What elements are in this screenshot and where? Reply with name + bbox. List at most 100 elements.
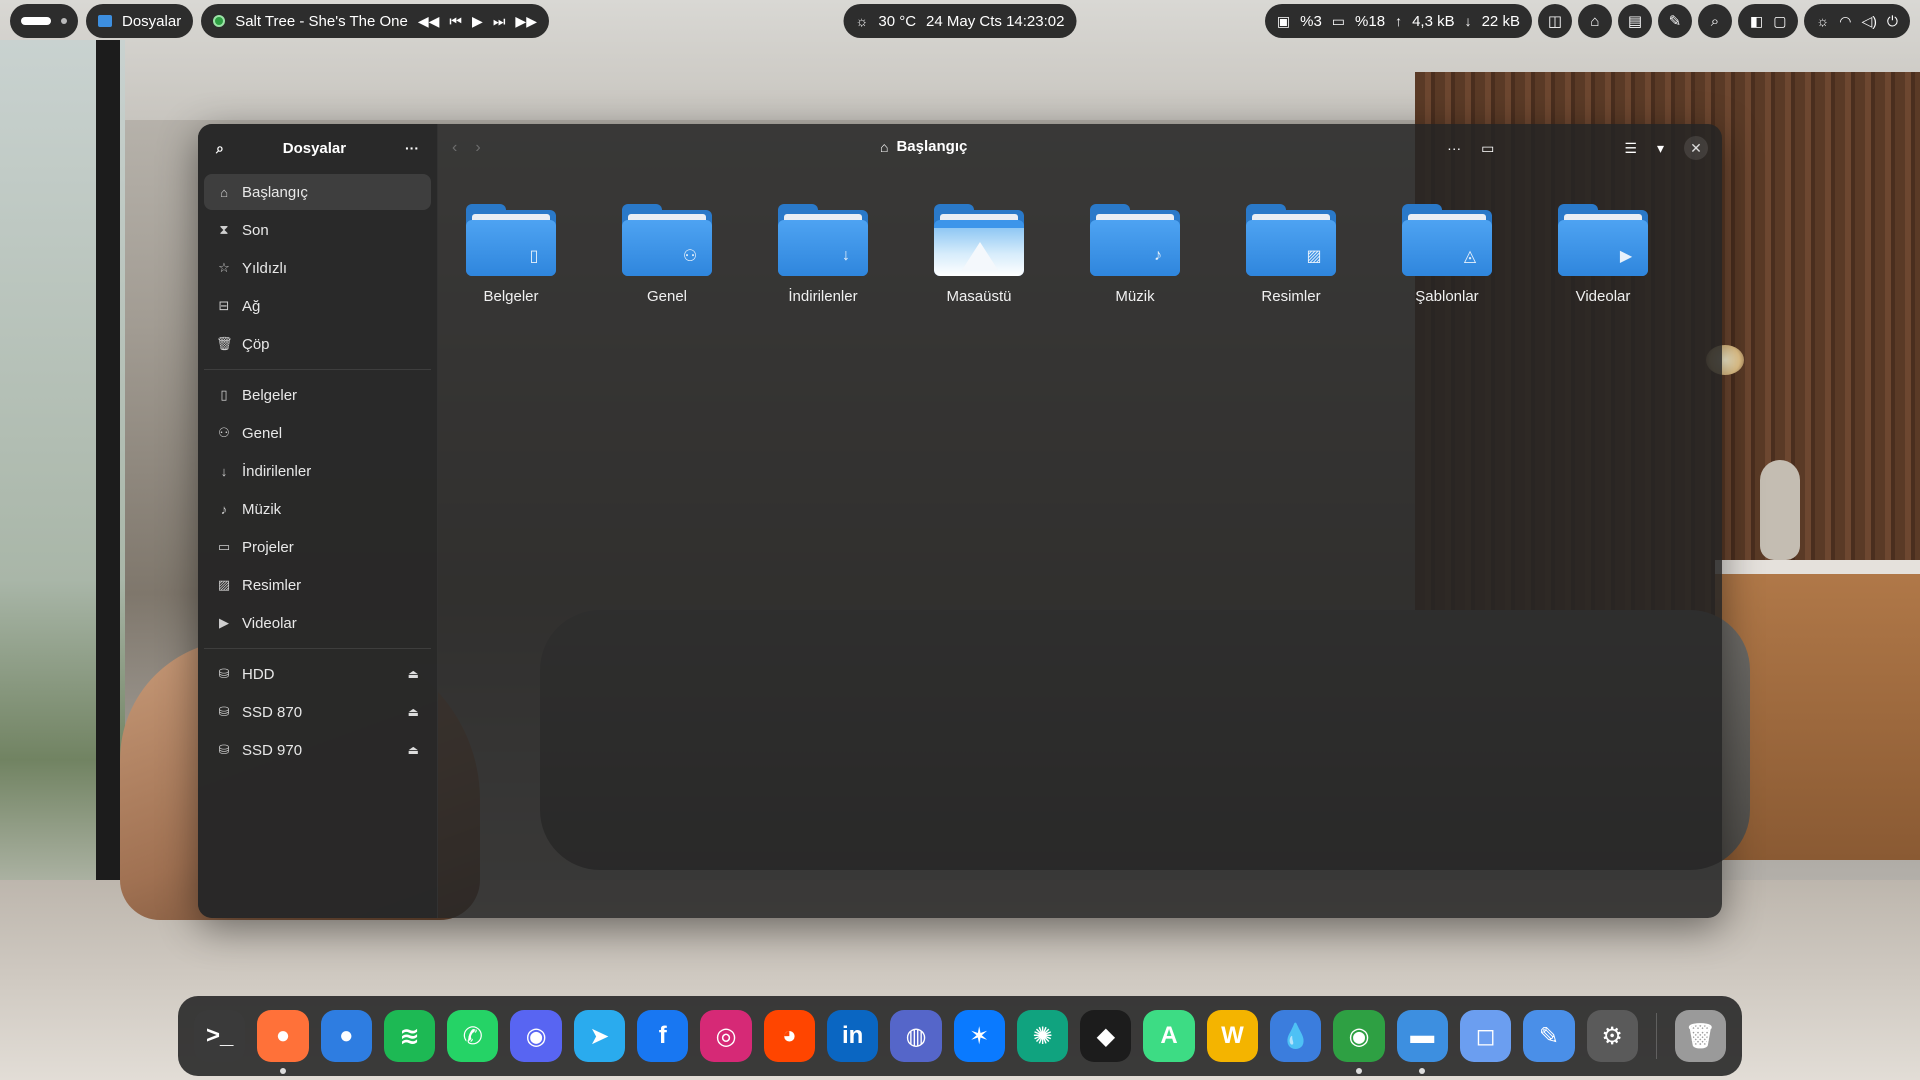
android-studio-icon[interactable]: A — [1143, 1010, 1195, 1062]
dock-app-glyph: f — [658, 1022, 667, 1049]
wallpaper-window-frame — [96, 40, 120, 940]
list-view-icon[interactable]: ☰ — [1624, 141, 1637, 155]
folder-item[interactable]: ◬ Şablonlar — [1402, 204, 1492, 305]
sidebar-item[interactable]: ⛁ SSD 970 ⏏ — [204, 732, 431, 768]
sidebar-item[interactable]: ▯ Belgeler — [204, 377, 431, 413]
dock-app-glyph: >_ — [205, 1022, 234, 1049]
clock-weather[interactable]: ☼ 30 °C 24 May Cts 14:23:02 — [843, 4, 1077, 38]
rewind-icon[interactable]: ◀◀ — [418, 14, 440, 28]
folder-item[interactable]: ▯ Belgeler — [466, 204, 556, 305]
droplet-icon[interactable]: 💧 — [1270, 1010, 1322, 1062]
system-monitor[interactable]: ▣ %3 ▭ %18 ↑ 4,3 kB ↓ 22 kB — [1264, 4, 1532, 38]
eject-icon[interactable]: ⏏ — [408, 667, 419, 681]
trash-icon[interactable]: 🗑 — [1674, 1010, 1727, 1062]
sidebar-item[interactable]: ⛁ HDD ⏏ — [204, 656, 431, 692]
folder-item[interactable]: ⚇ Genel — [622, 204, 712, 305]
brightness-icon: ☼ — [1816, 13, 1830, 29]
facebook-icon[interactable]: f — [637, 1010, 689, 1062]
dock-app-glyph: ▬ — [1410, 1022, 1435, 1049]
files-icon[interactable]: ▬ — [1396, 1010, 1448, 1074]
folder-item[interactable]: ↓ İndirilenler — [778, 204, 868, 305]
search-icon[interactable]: ⌕ — [1697, 4, 1732, 38]
focused-app-indicator[interactable]: Dosyalar — [86, 4, 194, 38]
search-icon[interactable]: ⌕ — [216, 141, 224, 155]
eject-icon[interactable]: ⏏ — [408, 705, 419, 719]
next-icon[interactable]: ⏭ — [493, 14, 506, 28]
screenshot-icon[interactable]: ◫ — [1537, 4, 1572, 38]
quick-settings[interactable]: ☼ ◠ ◁) ⏻ — [1804, 4, 1910, 38]
wifi-icon: ◠ — [1839, 13, 1852, 29]
sidebar-item[interactable]: ▶ Videolar — [204, 605, 431, 641]
eject-icon[interactable]: ⏏ — [408, 743, 419, 757]
sidebar-item[interactable]: ♪ Müzik — [204, 491, 431, 527]
spotify-icon[interactable]: ≋ — [383, 1010, 436, 1062]
bluesky-icon[interactable]: ✶ — [953, 1010, 1005, 1062]
sidebar-item[interactable]: ▨ Resimler — [204, 567, 431, 603]
power-icon: ⏻ — [1886, 13, 1898, 29]
keyboard-layout[interactable]: ◧ ▢ — [1737, 4, 1799, 38]
dock-app-glyph: ◆ — [1096, 1022, 1116, 1050]
whatsapp-icon[interactable]: ✆ — [447, 1010, 499, 1062]
firefox-icon[interactable]: ● — [257, 1010, 309, 1074]
sidebar-item[interactable]: ⊟ Ağ — [204, 288, 431, 324]
folder-label: Şablonlar — [1415, 288, 1479, 305]
more-icon[interactable]: ··· — [405, 141, 419, 155]
play-icon[interactable]: ▶ — [472, 14, 483, 28]
clipboard-icon[interactable]: ▤ — [1617, 4, 1652, 38]
sidebar-item[interactable]: ⛁ SSD 870 ⏏ — [204, 694, 431, 730]
sidebar-item-label: Yıldızlı — [242, 259, 288, 277]
sidebar-item[interactable]: 🗑 Çöp — [204, 326, 431, 362]
more-icon[interactable]: ··· — [1447, 141, 1461, 155]
terminal-icon[interactable]: >_ — [194, 1010, 246, 1062]
sidebar-item[interactable]: ☆ Yıldızlı — [204, 250, 431, 286]
thunderbird-icon[interactable]: ● — [320, 1010, 372, 1062]
sidebar-item[interactable]: ⌂ Başlangıç — [204, 174, 431, 210]
color-picker-icon[interactable]: ✎ — [1657, 4, 1692, 38]
breadcrumb[interactable]: ⌂ Başlangıç — [880, 138, 967, 155]
folder-icon: ⚇ — [622, 204, 712, 276]
music-player-icon — [213, 15, 226, 27]
media-title[interactable]: Salt Tree - She's The One — [235, 13, 408, 30]
home-icon[interactable]: ⌂ — [1577, 4, 1612, 38]
fast-forward-icon[interactable]: ▶▶ — [515, 14, 537, 28]
sidebar-divider — [204, 369, 431, 370]
reddit-icon[interactable]: ◕ — [763, 1010, 815, 1062]
folder-item[interactable]: ▨ Resimler — [1246, 204, 1336, 305]
sidebar-item[interactable]: ▭ Projeler — [204, 529, 431, 565]
music-player-icon[interactable]: ◉ — [1333, 1010, 1385, 1074]
signal-icon[interactable]: ◍ — [890, 1010, 942, 1062]
folder-item[interactable]: ♪ Müzik — [1090, 204, 1180, 305]
linkedin-icon[interactable]: in — [826, 1010, 879, 1062]
android-icon[interactable]: W — [1206, 1010, 1259, 1062]
instagram-icon[interactable]: ◎ — [700, 1010, 752, 1062]
previous-icon[interactable]: ⏮ — [449, 14, 462, 28]
forward-icon[interactable]: › — [475, 139, 480, 157]
sidebar-item-label: HDD — [242, 665, 275, 683]
telegram-icon[interactable]: ➤ — [573, 1010, 626, 1062]
back-icon[interactable]: ‹ — [452, 139, 457, 157]
new-folder-icon[interactable]: ▭ — [1481, 141, 1494, 155]
sidebar-title: Dosyalar — [282, 139, 347, 157]
box-icon[interactable]: ◆ — [1080, 1010, 1132, 1062]
sun-icon: ☼ — [855, 13, 869, 29]
settings-icon[interactable]: ⚙ — [1586, 1010, 1638, 1062]
sidebar-item[interactable]: ↓ İndirilenler — [204, 453, 431, 489]
sidebar-item-label: Son — [242, 221, 269, 239]
video-icon: ▶ — [1619, 248, 1633, 265]
download-speed: 22 kB — [1481, 12, 1520, 30]
discord-icon[interactable]: ◉ — [510, 1010, 562, 1062]
dock: >_ ● ● ≋ ✆ ◉ ➤ f ◎ ◕ in ◍ ✶ ✺ ◆ A W 💧 ◉ ▬ ◻ ✎ ⚙ 🗑 — [178, 996, 1742, 1076]
dock-app-glyph: A — [1160, 1022, 1178, 1049]
activities-button[interactable] — [10, 4, 78, 38]
folder-item[interactable]: Masaüstü — [934, 204, 1024, 305]
close-icon[interactable]: ✕ — [1684, 136, 1708, 160]
chevron-down-icon[interactable]: ▾ — [1657, 141, 1664, 155]
software-icon[interactable]: ◻ — [1459, 1010, 1512, 1062]
sidebar-item[interactable]: ⚇ Genel — [204, 415, 431, 451]
text-editor-icon[interactable]: ✎ — [1523, 1010, 1575, 1062]
drive-icon: ⛁ — [218, 666, 230, 681]
folder-item[interactable]: ▶ Videolar — [1558, 204, 1648, 305]
chatgpt-icon[interactable]: ✺ — [1016, 1010, 1069, 1062]
sidebar-item[interactable]: ⧗ Son — [204, 212, 431, 248]
dock-app-glyph: ✎ — [1538, 1022, 1559, 1050]
